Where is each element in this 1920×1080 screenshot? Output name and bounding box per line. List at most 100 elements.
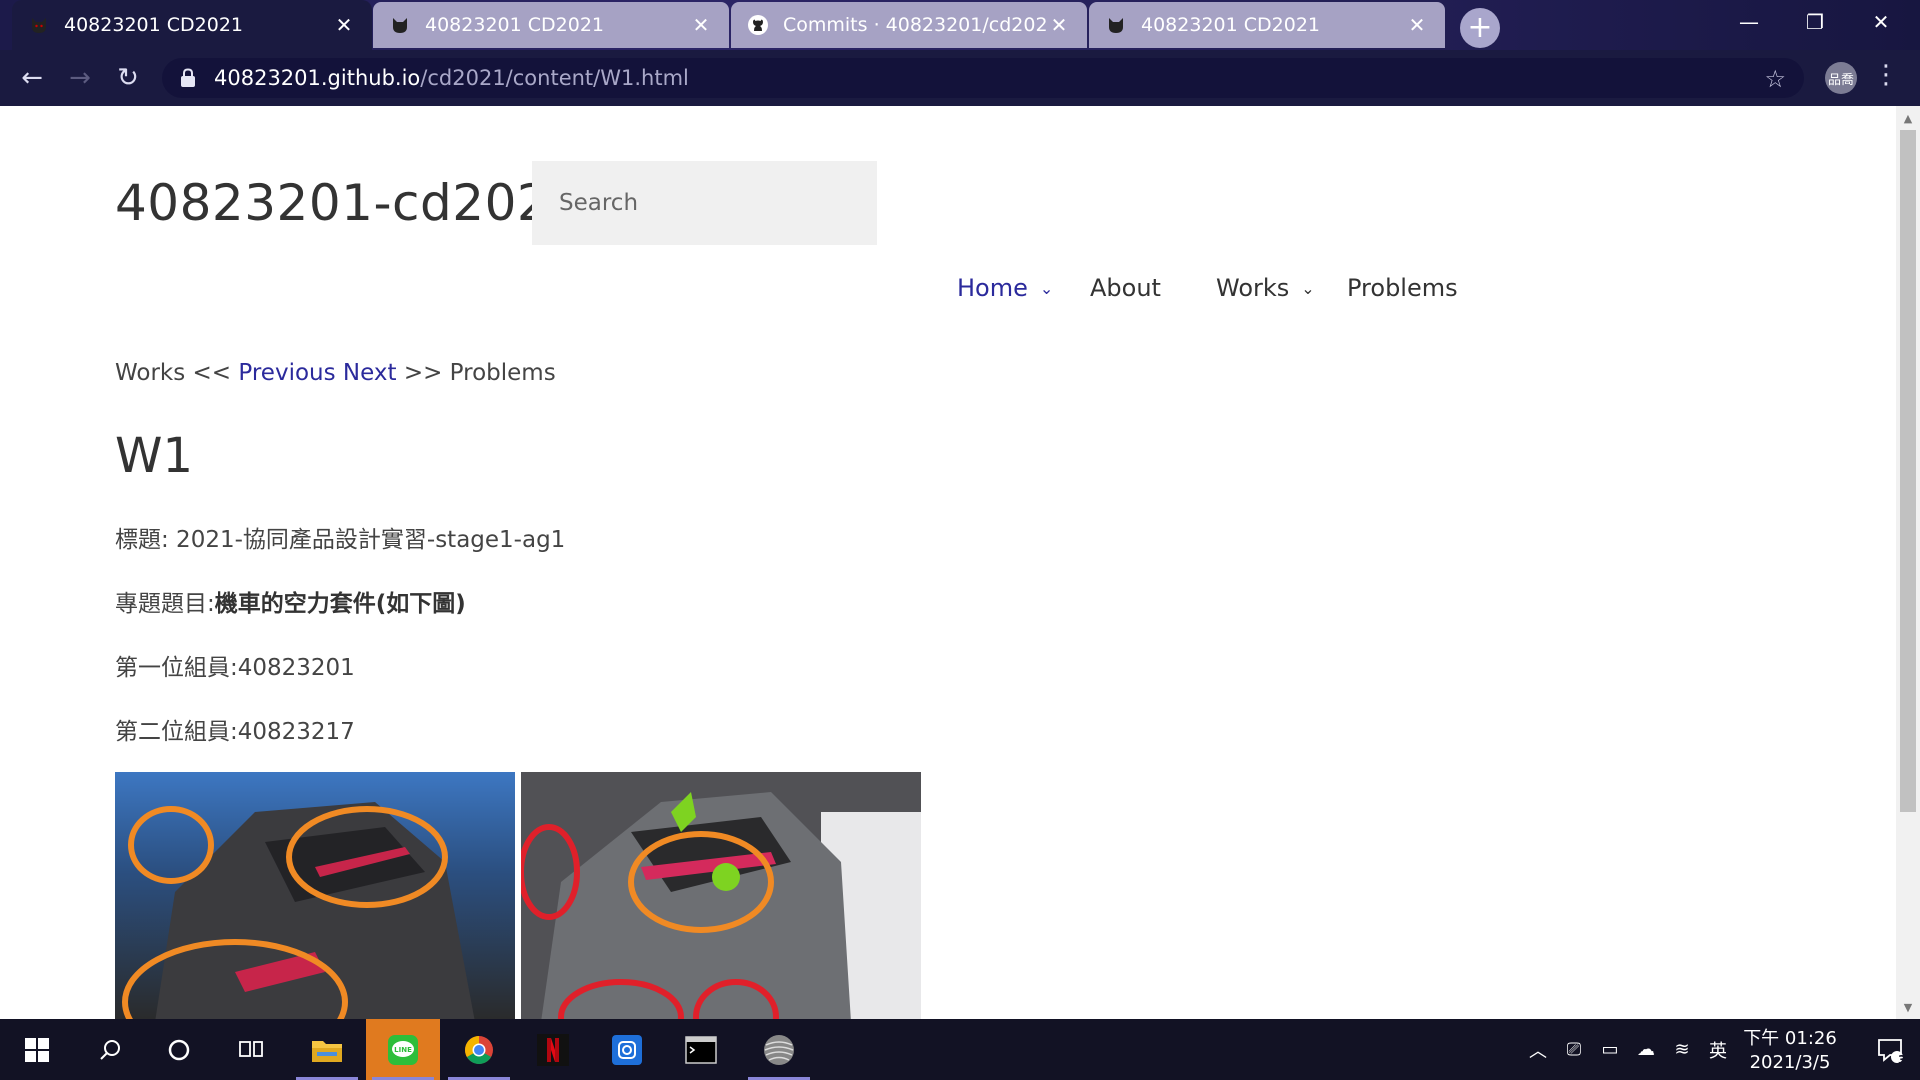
page-pager: Works << Previous Next >> Problems	[115, 360, 556, 386]
nav-item-home[interactable]: Home ⌄	[957, 274, 1053, 302]
scroll-down-arrow-icon[interactable]: ▼	[1896, 995, 1920, 1019]
minimize-button[interactable]: —	[1716, 0, 1782, 44]
new-tab-button[interactable]: +	[1460, 8, 1500, 48]
onedrive-error-icon[interactable]: ☁	[1628, 1019, 1664, 1080]
url-path: /cd2021/content/W1.html	[420, 66, 689, 90]
device-icon[interactable]: ⎚	[1556, 1019, 1592, 1080]
arrow-left-icon: ←	[21, 63, 43, 93]
vertical-scrollbar[interactable]: ▲ ▼	[1896, 106, 1920, 1019]
chevron-down-icon: ⌄	[1301, 278, 1315, 298]
nav-label: About	[1090, 274, 1161, 302]
motorcycle-photo-1	[115, 772, 515, 1019]
close-tab-icon[interactable]: ✕	[689, 13, 713, 37]
scroll-thumb[interactable]	[1900, 130, 1916, 812]
netflix-button[interactable]	[516, 1019, 590, 1080]
topic-prefix: 專題題目:	[115, 591, 215, 617]
search-icon	[100, 1039, 120, 1060]
browser-tab-3[interactable]: Commits · 40823201/cd2021 ✕	[731, 2, 1087, 48]
clock-time: 下午 01:26	[1743, 1028, 1837, 1049]
app-globe-icon	[764, 1034, 794, 1065]
lock-icon	[180, 68, 200, 88]
reload-icon: ↻	[117, 63, 139, 93]
task-view-button[interactable]	[214, 1019, 288, 1080]
wifi-icon[interactable]: ≋	[1664, 1019, 1700, 1080]
system-tray: ︿ ⎚ ▭ ☁ ≋ 英	[1520, 1019, 1736, 1080]
subject-line: 標題: 2021-協同產品設計實習-stage1-ag1	[115, 527, 566, 553]
minimize-icon: —	[1739, 10, 1759, 34]
profile-avatar[interactable]: 品喬	[1825, 62, 1857, 94]
chrome-button[interactable]	[442, 1019, 516, 1080]
nav-item-about[interactable]: About	[1090, 274, 1161, 302]
nav-item-problems[interactable]: Problems	[1347, 274, 1458, 302]
forward-button[interactable]: →	[58, 56, 102, 100]
url-host: 40823201.github.io	[214, 66, 421, 90]
task-view-icon	[239, 1040, 263, 1057]
browser-menu-icon[interactable]: ⋮	[1872, 60, 1900, 90]
close-tab-icon[interactable]: ✕	[332, 13, 356, 37]
chevron-down-icon: ⌄	[1039, 278, 1054, 298]
back-button[interactable]: ←	[10, 56, 54, 100]
scroll-up-arrow-icon[interactable]: ▲	[1896, 106, 1920, 130]
topic-line: 專題題目:機車的空力套件(如下圖)	[115, 584, 466, 618]
web-page: 40823201-cd2021 Home ⌄ About Works ⌄ Pro…	[0, 106, 1896, 1019]
windows-taskbar: LINE ︿ ⎚ ▭ ☁ ≋ 英 下午 01:26 2021/3/5 3	[0, 1019, 1920, 1080]
instagram-icon	[612, 1034, 642, 1065]
terminal-icon	[685, 1035, 717, 1064]
next-link[interactable]: Next	[343, 360, 397, 386]
tab-title: 40823201 CD2021	[425, 14, 604, 36]
line-app-button[interactable]: LINE	[366, 1019, 440, 1080]
close-window-button[interactable]: ✕	[1848, 0, 1914, 44]
browser-tab-1[interactable]: 40823201 CD2021 ✕	[12, 0, 372, 50]
taskbar-clock[interactable]: 下午 01:26 2021/3/5	[1730, 1027, 1850, 1075]
restore-button[interactable]: ❐	[1782, 0, 1848, 44]
chrome-icon	[465, 1035, 493, 1064]
cat-favicon-icon	[389, 14, 411, 36]
cortana-icon	[168, 1039, 190, 1060]
windows-start-icon	[25, 1037, 49, 1062]
topic-title: 機車的空力套件(如下圖)	[214, 591, 466, 617]
cortana-button[interactable]	[142, 1019, 216, 1080]
tab-title: 40823201 CD2021	[1141, 14, 1320, 36]
search-input[interactable]	[532, 161, 877, 245]
browser-tab-4[interactable]: 40823201 CD2021 ✕	[1089, 2, 1445, 48]
site-title[interactable]: 40823201-cd2021	[115, 174, 582, 232]
reload-button[interactable]: ↻	[106, 56, 150, 100]
chevron-up-icon[interactable]: ︿	[1520, 1019, 1556, 1080]
close-tab-icon[interactable]: ✕	[1405, 13, 1429, 37]
cat-favicon-icon	[1105, 14, 1127, 36]
folder-icon	[312, 1040, 342, 1062]
browser-tab-strip: 40823201 CD2021 ✕ 40823201 CD2021 ✕ Comm…	[0, 0, 1920, 50]
pager-next-section: >> Problems	[403, 360, 556, 386]
nav-label: Works	[1216, 274, 1290, 302]
plus-icon: +	[1467, 10, 1493, 45]
taskbar-search-button[interactable]	[74, 1019, 148, 1080]
globe-app-button[interactable]	[742, 1019, 816, 1080]
arrow-right-icon: →	[69, 63, 91, 93]
notification-center-button[interactable]: 3	[1860, 1019, 1920, 1080]
notification-count: 3	[1898, 1053, 1907, 1067]
browser-toolbar: ← → ↻ 40823201.github.io/cd2021/content/…	[0, 50, 1920, 106]
battery-icon[interactable]: ▭	[1592, 1019, 1628, 1080]
motorcycle-photo-2	[521, 772, 921, 1019]
clock-date: 2021/3/5	[1749, 1052, 1831, 1073]
terminal-button[interactable]	[664, 1019, 738, 1080]
netflix-icon	[537, 1033, 569, 1066]
member-1: 第一位組員:40823201	[115, 655, 355, 681]
page-title: W1	[115, 428, 193, 484]
cat-favicon-icon	[28, 14, 50, 36]
tab-title: 40823201 CD2021	[64, 14, 243, 36]
bookmark-star-icon[interactable]: ☆	[1764, 65, 1786, 93]
tab-title: Commits · 40823201/cd2021	[783, 14, 1047, 36]
svg-text:LINE: LINE	[394, 1046, 412, 1054]
file-explorer-button[interactable]	[290, 1019, 364, 1080]
nav-item-works[interactable]: Works ⌄	[1216, 274, 1315, 302]
line-icon: LINE	[388, 1034, 418, 1065]
address-bar[interactable]: 40823201.github.io/cd2021/content/W1.htm…	[162, 58, 1804, 98]
nav-label: Home	[957, 274, 1028, 302]
start-button[interactable]	[0, 1019, 74, 1080]
member-2: 第二位組員:40823217	[115, 719, 355, 745]
browser-tab-2[interactable]: 40823201 CD2021 ✕	[373, 2, 729, 48]
instagram-button[interactable]	[590, 1019, 664, 1080]
close-tab-icon[interactable]: ✕	[1047, 13, 1071, 37]
previous-link[interactable]: Previous	[238, 360, 335, 386]
